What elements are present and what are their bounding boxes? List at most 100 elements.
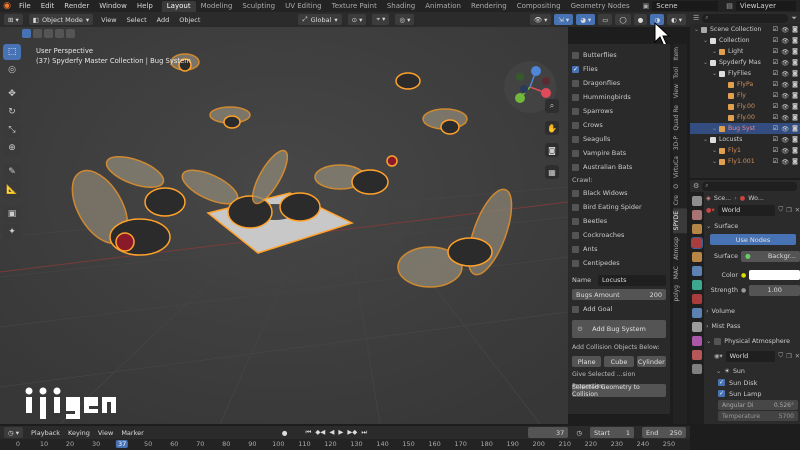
- checkbox-cockroaches[interactable]: Cockroaches: [572, 228, 666, 242]
- expand-arrow-icon[interactable]: ⌄: [712, 70, 719, 77]
- sun-lamp-checkbox[interactable]: ✓ Sun Lamp: [706, 388, 800, 399]
- view-layer-selector[interactable]: ▤ ViewLayer: [726, 1, 796, 11]
- camera-render-icon[interactable]: ◙: [792, 136, 798, 144]
- camera-render-icon[interactable]: ◙: [792, 37, 798, 45]
- measure-icon[interactable]: 📐: [3, 182, 21, 198]
- outliner-row[interactable]: ⌄ Bug Syst ☑ 👁 ◙: [690, 123, 800, 134]
- outliner-row[interactable]: Fly ☑ 👁 ◙: [690, 90, 800, 101]
- spyderfy-tool-icon[interactable]: ✦: [3, 224, 21, 240]
- timeline-view-menu[interactable]: View: [98, 429, 113, 437]
- checkbox-sparrows[interactable]: Sparrows: [572, 104, 666, 118]
- exclude-checkbox-icon[interactable]: ☑: [773, 103, 779, 111]
- tab-rendering[interactable]: Rendering: [466, 1, 512, 12]
- expand-arrow-icon[interactable]: ⌄: [694, 26, 701, 33]
- transform-icon-tool[interactable]: ⊕: [3, 140, 21, 156]
- annotate-icon[interactable]: ✎: [3, 164, 21, 180]
- exclude-checkbox-icon[interactable]: ☑: [773, 26, 779, 34]
- pa-world-browse-icon[interactable]: ◉▾: [714, 353, 723, 360]
- scale-icon[interactable]: ⤡: [3, 122, 21, 138]
- timeline-ruler[interactable]: 0 10 20 30 37 50 60 70 80 90 100 110 120 130 140 150 160…: [0, 439, 690, 450]
- outliner-search-input[interactable]: ⌕: [702, 13, 789, 23]
- current-frame-field[interactable]: 37: [528, 427, 569, 438]
- outliner-row[interactable]: ⌄ Fly1 ☑ 👁 ◙: [690, 145, 800, 156]
- exclude-checkbox-icon[interactable]: ☑: [773, 70, 779, 78]
- zoom-icon[interactable]: ⌕: [545, 99, 559, 113]
- hand-pan-icon[interactable]: ✋: [545, 121, 559, 135]
- world-browse-icon[interactable]: ●▾: [706, 207, 715, 214]
- select-menu[interactable]: Select: [125, 16, 149, 24]
- pivot-dropdown[interactable]: ⊙ ▾: [347, 14, 367, 25]
- sidebar-tab-virtuca[interactable]: VirtuCa: [673, 153, 687, 181]
- outliner-editor-icon[interactable]: ☰: [693, 14, 699, 22]
- pa-world-field[interactable]: World: [725, 350, 776, 362]
- checkbox-beetles[interactable]: Beetles: [572, 214, 666, 228]
- eye-icon[interactable]: 👁: [781, 81, 789, 89]
- select-subtract-icon[interactable]: [44, 29, 53, 38]
- exclude-checkbox-icon[interactable]: ☑: [773, 48, 779, 56]
- world-tab-icon[interactable]: [692, 266, 702, 276]
- eye-icon[interactable]: 👁: [781, 136, 789, 144]
- add-cube-icon[interactable]: ▣: [3, 206, 21, 222]
- camera-render-icon[interactable]: ◙: [792, 26, 798, 34]
- wireframe-shading-icon[interactable]: ◯: [615, 14, 631, 25]
- visibility-icon[interactable]: 👁 ▾: [529, 14, 552, 25]
- exclude-checkbox-icon[interactable]: ☑: [773, 136, 779, 144]
- unlink-icon[interactable]: ✕: [795, 207, 800, 214]
- checkbox-centipedes[interactable]: Centipedes: [572, 256, 666, 270]
- outliner-row[interactable]: ⌄ Light ☑ 👁 ◙: [690, 46, 800, 57]
- camera-render-icon[interactable]: ◙: [792, 48, 798, 56]
- scene-tab-icon[interactable]: [692, 252, 702, 262]
- sidebar-tab-cre[interactable]: Cre: [673, 192, 687, 208]
- checkbox-seagulls[interactable]: Seagulls: [572, 132, 666, 146]
- blender-logo-icon[interactable]: ◉: [0, 0, 14, 12]
- start-frame-field[interactable]: Start 1: [590, 427, 634, 438]
- expand-arrow-icon[interactable]: ⌄: [712, 147, 719, 154]
- sun-disk-checkbox[interactable]: ✓ Sun Disk: [706, 377, 800, 388]
- fake-user-icon[interactable]: ⛉: [778, 206, 783, 214]
- outliner-row[interactable]: ⌄ Fly1.001 ☑ 👁 ◙: [690, 156, 800, 167]
- eye-icon[interactable]: 👁: [781, 147, 789, 155]
- scene-selector[interactable]: ▣ Scene: [643, 1, 718, 11]
- xray-icon[interactable]: ▭: [598, 14, 613, 25]
- play-reverse-icon[interactable]: ◀: [329, 428, 334, 437]
- exclude-checkbox-icon[interactable]: ☑: [773, 37, 779, 45]
- expand-arrow-icon[interactable]: ⌄: [712, 158, 719, 165]
- eye-icon[interactable]: 👁: [781, 26, 789, 34]
- jump-end-icon[interactable]: ⏭: [361, 428, 367, 437]
- constraints-tab-icon[interactable]: [692, 350, 702, 360]
- eye-icon[interactable]: 👁: [781, 70, 789, 78]
- use-nodes-button[interactable]: Use Nodes: [710, 234, 796, 245]
- view-layer-tab-icon[interactable]: [691, 237, 703, 249]
- tab-uv-editing[interactable]: UV Editing: [280, 1, 327, 12]
- select-intersect-icon[interactable]: [66, 29, 75, 38]
- particles-tab-icon[interactable]: [692, 322, 702, 332]
- sidebar-tab-3d-p[interactable]: 3D-P: [673, 133, 687, 153]
- sidebar-tab-atmosp[interactable]: Atmosp: [673, 234, 687, 263]
- collision-cylinder-button[interactable]: Cylinder: [636, 356, 666, 367]
- outliner-row[interactable]: ⌄ FlyFlies ☑ 👁 ◙: [690, 68, 800, 79]
- properties-editor-icon[interactable]: ⚙: [693, 182, 699, 190]
- sidebar-tab-item[interactable]: Item: [673, 44, 687, 64]
- collision-cube-button[interactable]: Cube: [604, 356, 634, 367]
- menu-help[interactable]: Help: [132, 2, 158, 10]
- expand-arrow-icon[interactable]: ⌄: [703, 59, 710, 66]
- tab-animation[interactable]: Animation: [420, 1, 466, 12]
- select-new-icon[interactable]: [22, 29, 31, 38]
- outliner-row[interactable]: ⌄ Locusts ☑ 👁 ◙: [690, 134, 800, 145]
- sidebar-tab-spyde[interactable]: SPYDE: [673, 208, 687, 234]
- camera-render-icon[interactable]: ◙: [792, 125, 798, 133]
- checkbox-australian-bats[interactable]: Australian Bats: [572, 160, 666, 174]
- tab-sculpting[interactable]: Sculpting: [237, 1, 280, 12]
- sidebar-tab-mac[interactable]: MAC: [673, 263, 687, 282]
- duplicate-icon[interactable]: ❐: [786, 207, 792, 214]
- atmosphere-checkbox[interactable]: [714, 337, 722, 345]
- jump-start-icon[interactable]: ⏮: [305, 428, 311, 437]
- outliner-row[interactable]: ⌄ Collection ☑ 👁 ◙: [690, 35, 800, 46]
- camera-render-icon[interactable]: ◙: [792, 103, 798, 111]
- eye-icon[interactable]: 👁: [781, 92, 789, 100]
- outliner-row[interactable]: ⌄ Spyderfy Mas ☑ 👁 ◙: [690, 57, 800, 68]
- proportional-edit-toggle[interactable]: ◎ ▾: [395, 14, 415, 25]
- physical-atmosphere-panel-header[interactable]: ⌄ Physical Atmosphere: [706, 335, 800, 347]
- checkbox-bird-eating-spider[interactable]: Bird Eating Spider: [572, 200, 666, 214]
- render-tab-icon[interactable]: [692, 210, 702, 220]
